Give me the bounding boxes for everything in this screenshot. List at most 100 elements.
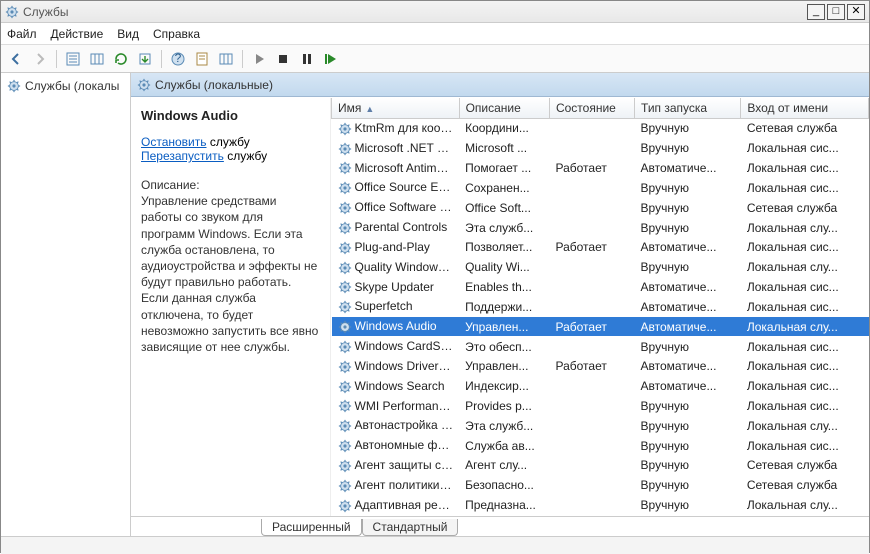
description-text: Управление средствами работы со звуком д…: [141, 194, 318, 354]
cell-description: Эта служб...: [459, 416, 549, 436]
table-row[interactable]: Автономные фай...Служба ав...ВручнуюЛока…: [332, 436, 869, 456]
gear-icon: [338, 419, 352, 433]
tree-panel: Службы (локалы: [1, 73, 131, 536]
gear-icon: [338, 221, 352, 235]
table-row[interactable]: Windows CardSpa...Это обесп...ВручнуюЛок…: [332, 337, 869, 357]
cell-description: Эта служб...: [459, 218, 549, 238]
table-row[interactable]: Parental ControlsЭта служб...ВручнуюЛока…: [332, 218, 869, 238]
table-row[interactable]: Агент защиты сет...Агент слу...ВручнуюСе…: [332, 456, 869, 476]
cell-startup: Вручную: [635, 495, 741, 515]
table-row[interactable]: Plug-and-PlayПозволяет...РаботаетАвтомат…: [332, 237, 869, 257]
cell-logon: Локальная слу...: [741, 257, 869, 277]
table-row[interactable]: Адаптивная регу...Предназна...ВручнуюЛок…: [332, 495, 869, 515]
table-row[interactable]: Windows Driver F...Управлен...РаботаетАв…: [332, 356, 869, 376]
cell-logon: Локальная сис...: [741, 297, 869, 317]
table-row[interactable]: KtmRm для коор...Координи...ВручнуюСетев…: [332, 119, 869, 139]
cell-name: Агент политики I...: [355, 478, 457, 492]
pause-service-button[interactable]: [296, 48, 318, 70]
table-row[interactable]: Office Software Pr...Office Soft...Вручн…: [332, 198, 869, 218]
table-row[interactable]: Quality Windows ...Quality Wi...ВручнуюЛ…: [332, 257, 869, 277]
table-row[interactable]: Microsoft Antimal...Помогает ...Работает…: [332, 158, 869, 178]
column-name[interactable]: Имя▲: [332, 98, 460, 119]
menu-action[interactable]: Действие: [51, 27, 104, 41]
gear-icon: [338, 300, 352, 314]
cell-description: Позволяет...: [459, 237, 549, 257]
refresh-button[interactable]: [110, 48, 132, 70]
column-startup[interactable]: Тип запуска: [635, 98, 741, 119]
menu-file[interactable]: Файл: [7, 27, 37, 41]
stop-service-link[interactable]: Остановить: [141, 135, 207, 149]
cell-description: Служба ав...: [459, 436, 549, 456]
table-row[interactable]: Office Source Eng...Сохранен...ВручнуюЛо…: [332, 178, 869, 198]
cell-state: [549, 138, 634, 158]
cell-state: [549, 376, 634, 396]
separator: [161, 50, 162, 68]
service-list[interactable]: Имя▲ Описание Состояние Тип запуска Вход…: [331, 98, 869, 516]
view-tabs: Расширенный Стандартный: [131, 516, 869, 536]
cell-logon: Сетевая служба: [741, 456, 869, 476]
export-button[interactable]: [134, 48, 156, 70]
cell-logon: Локальная сис...: [741, 436, 869, 456]
minimize-button[interactable]: _: [807, 4, 825, 20]
cell-startup: Вручную: [635, 218, 741, 238]
restart-suffix: службу: [224, 149, 267, 163]
table-row[interactable]: SuperfetchПоддержи...Автоматиче...Локаль…: [332, 297, 869, 317]
close-button[interactable]: ✕: [847, 4, 865, 20]
cell-state: [549, 218, 634, 238]
table-row[interactable]: WMI Performance...Provides p...ВручнуюЛо…: [332, 396, 869, 416]
cell-description: Provides p...: [459, 396, 549, 416]
cell-state: Работает: [549, 317, 634, 337]
separator: [242, 50, 243, 68]
cell-description: Управлен...: [459, 356, 549, 376]
cell-name: Агент защиты сет...: [355, 458, 460, 472]
cell-logon: Локальная сис...: [741, 356, 869, 376]
gear-icon: [338, 181, 352, 195]
cell-startup: Вручную: [635, 119, 741, 139]
table-row[interactable]: Автонастройка W...Эта служб...ВручнуюЛок…: [332, 416, 869, 436]
cell-name: Microsoft Antimal...: [355, 161, 456, 175]
gear-icon: [338, 261, 352, 275]
cell-startup: Автоматиче...: [635, 237, 741, 257]
toolbar: [1, 45, 869, 73]
stop-service-button[interactable]: [272, 48, 294, 70]
gear-icon: [338, 399, 352, 413]
content-header-title: Службы (локальные): [155, 78, 273, 92]
table-row[interactable]: Агент политики I...Безопасно...ВручнуюСе…: [332, 475, 869, 495]
cell-logon: Локальная слу...: [741, 218, 869, 238]
restart-service-button[interactable]: [320, 48, 342, 70]
cell-startup: Вручную: [635, 138, 741, 158]
columns-button[interactable]: [86, 48, 108, 70]
maximize-button[interactable]: □: [827, 4, 845, 20]
properties-button[interactable]: [191, 48, 213, 70]
column-state[interactable]: Состояние: [549, 98, 634, 119]
gear-icon: [338, 439, 352, 453]
menu-help[interactable]: Справка: [153, 27, 200, 41]
tree-item-services[interactable]: Службы (локалы: [5, 77, 126, 95]
table-row[interactable]: Microsoft .NET Fr...Microsoft ...Вручную…: [332, 138, 869, 158]
cell-logon: Локальная сис...: [741, 178, 869, 198]
column-logon[interactable]: Вход от имени: [741, 98, 869, 119]
back-button[interactable]: [5, 48, 27, 70]
cell-logon: Локальная слу...: [741, 416, 869, 436]
show-hide-tree-button[interactable]: [62, 48, 84, 70]
menu-view[interactable]: Вид: [117, 27, 139, 41]
cell-name: Microsoft .NET Fr...: [355, 141, 458, 155]
columns2-button[interactable]: [215, 48, 237, 70]
table-row[interactable]: Windows AudioУправлен...РаботаетАвтомати…: [332, 317, 869, 337]
start-service-button[interactable]: [248, 48, 270, 70]
tab-standard[interactable]: Стандартный: [362, 519, 459, 536]
cell-description: Агент слу...: [459, 456, 549, 476]
cell-description: Сохранен...: [459, 178, 549, 198]
restart-service-link[interactable]: Перезапустить: [141, 149, 224, 163]
column-description[interactable]: Описание: [459, 98, 549, 119]
tab-extended[interactable]: Расширенный: [261, 519, 362, 536]
cell-state: Работает: [549, 356, 634, 376]
table-row[interactable]: Skype UpdaterEnables th...Автоматиче...Л…: [332, 277, 869, 297]
table-row[interactable]: Windows SearchИндексир...Автоматиче...Ло…: [332, 376, 869, 396]
gear-icon: [7, 79, 21, 93]
cell-description: Координи...: [459, 119, 549, 139]
gear-icon: [338, 499, 352, 513]
cell-description: Enables th...: [459, 277, 549, 297]
help-button[interactable]: [167, 48, 189, 70]
cell-logon: Локальная сис...: [741, 376, 869, 396]
